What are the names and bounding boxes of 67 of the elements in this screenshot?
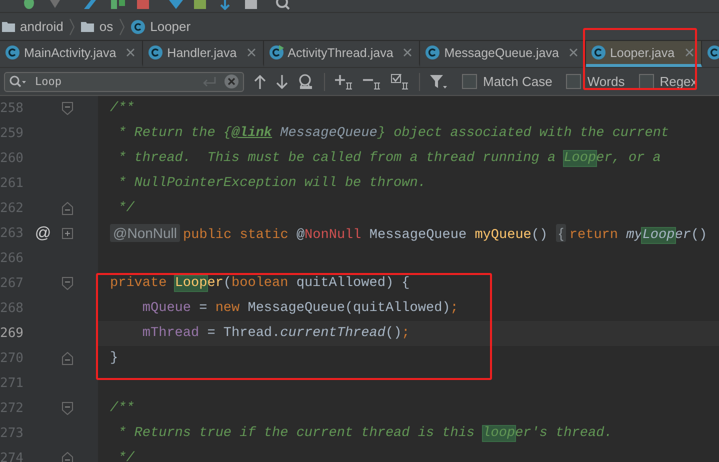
arrow-up-icon[interactable] (254, 74, 266, 88)
code-line: private Looper(boolean quitAllowed) { (109, 276, 410, 291)
code-line: mQueue = new MessageQueue(quitAllowed); (141, 301, 458, 316)
download-icon[interactable] (218, 0, 232, 10)
option-label[interactable]: Words (587, 74, 625, 89)
chevron-icon (119, 18, 126, 36)
arrow-down-icon[interactable] (276, 74, 288, 88)
select-all-icon[interactable] (391, 74, 409, 90)
add-selection-icon[interactable] (335, 74, 353, 90)
breadcrumb-item[interactable]: Looper (150, 19, 191, 34)
code-line: @NonNull public static @NonNull MessageQueue myQueue() { return myLooper() (98, 224, 708, 242)
folder-icon (81, 21, 94, 32)
class-icon (148, 45, 164, 60)
checkbox[interactable] (638, 74, 654, 89)
checkbox[interactable] (462, 74, 477, 89)
class-icon (268, 45, 284, 60)
code-line: * Returns true if the current thread is this looper's thread. (117, 426, 612, 441)
fold-icon[interactable] (62, 352, 73, 365)
code-line: /** (109, 101, 134, 116)
code-line: /** (109, 401, 134, 416)
editor-tab[interactable]: ActivityThread.java (264, 41, 420, 67)
override-marker[interactable]: @ (34, 224, 52, 242)
clear-icon[interactable] (224, 74, 239, 89)
line-number: 269 (0, 326, 24, 341)
fold-icon[interactable] (62, 202, 73, 215)
code-line: mThread = Thread.currentThread(); (141, 326, 410, 341)
checkbox[interactable] (566, 74, 582, 89)
close-icon[interactable] (126, 48, 136, 57)
code-line: * NullPointerException will be thrown. (117, 176, 426, 191)
class-icon (590, 45, 606, 60)
editor-tab[interactable]: Looper.java (586, 41, 702, 67)
fold-icon[interactable] (62, 277, 73, 290)
stop-icon[interactable] (137, 0, 149, 10)
close-icon[interactable] (684, 48, 694, 57)
breadcrumb-item[interactable]: os (99, 19, 114, 34)
chevron-icon (69, 18, 76, 36)
editor-tab[interactable]: Handler.java (143, 41, 264, 67)
editor-tab[interactable]: MainActivity.java (0, 41, 144, 67)
code-line: */ (117, 201, 134, 216)
class-icon (5, 45, 20, 60)
fold-icon[interactable] (62, 102, 73, 115)
search-field[interactable]: Loop (4, 72, 244, 92)
toolbar-icon[interactable] (48, 0, 62, 10)
code-line: * thread. This must be called from a thread running a Looper, or a (117, 151, 661, 166)
filter-icon[interactable] (430, 74, 448, 90)
expand-icon[interactable] (62, 228, 73, 239)
toolbar-icon[interactable] (83, 0, 97, 10)
code-line: * Return the {@link MessageQueue} object associated with the current (117, 126, 670, 141)
editor-tab[interactable]: MessageQueue.java (420, 41, 586, 67)
class-icon (706, 45, 719, 60)
folder-icon (2, 21, 15, 32)
fold-icon[interactable] (62, 452, 73, 462)
find-all-icon[interactable] (298, 74, 314, 89)
close-icon[interactable] (403, 48, 412, 57)
option-label[interactable]: Match Case (483, 74, 552, 89)
class-icon (425, 45, 440, 60)
code-line: */ (117, 451, 134, 462)
enter-icon (202, 76, 216, 86)
fold-icon[interactable] (62, 402, 73, 415)
close-icon[interactable] (568, 48, 578, 57)
close-icon[interactable] (246, 48, 256, 57)
search-icon (9, 74, 27, 88)
breadcrumb-item[interactable]: android (20, 19, 64, 34)
toolbar-icon[interactable] (110, 0, 126, 10)
class-icon (131, 20, 146, 34)
search-icon[interactable] (276, 0, 290, 10)
code-line: } (109, 351, 118, 366)
